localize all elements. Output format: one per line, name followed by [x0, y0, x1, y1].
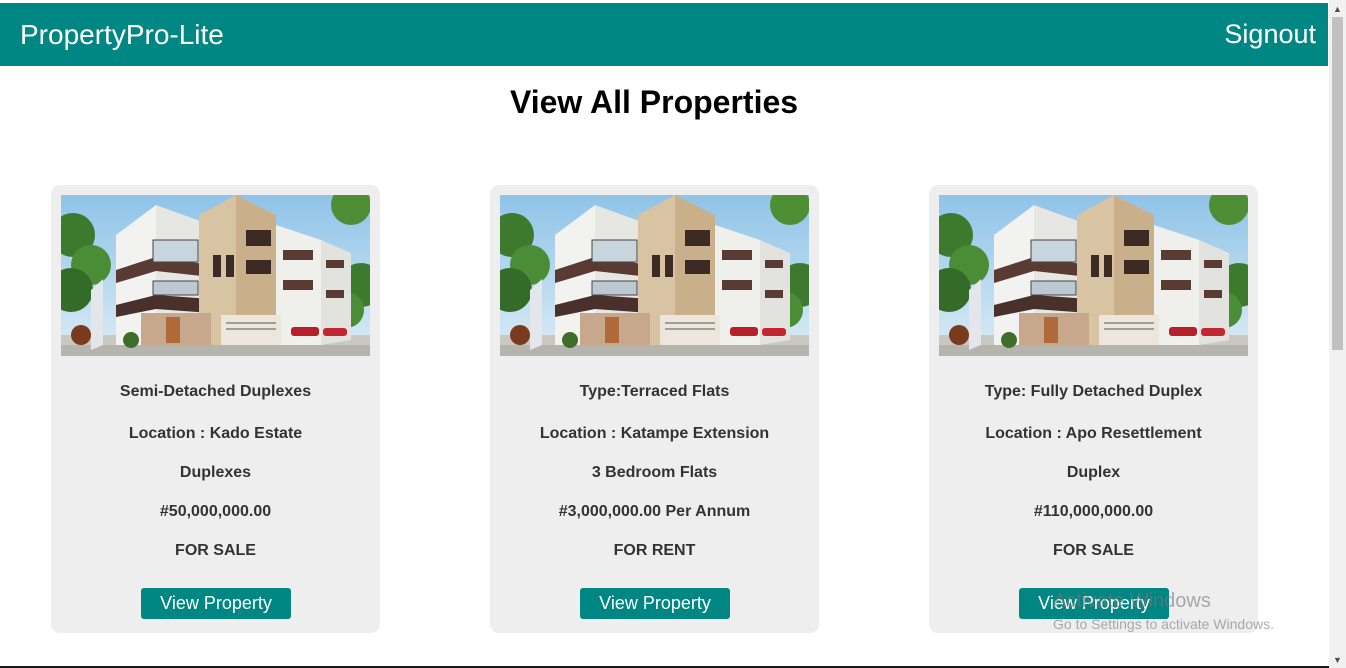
property-type: Type:Terraced Flats	[579, 383, 730, 400]
property-status: FOR SALE	[1053, 542, 1134, 559]
brand-logo-text[interactable]: PropertyPro-Lite	[20, 19, 224, 51]
view-property-button[interactable]: View Property	[1019, 588, 1169, 619]
property-category: Duplex	[1066, 464, 1121, 481]
property-type: Type: Fully Detached Duplex	[984, 383, 1203, 400]
property-status: FOR RENT	[613, 542, 696, 559]
property-location: Location : Katampe Extension	[539, 425, 770, 442]
property-price: #50,000,000.00	[159, 503, 272, 520]
property-photo	[61, 195, 370, 356]
property-location: Location : Apo Resettlement	[985, 425, 1202, 442]
signout-link[interactable]: Signout	[1224, 19, 1316, 50]
property-photo	[939, 195, 1248, 356]
property-price: #3,000,000.00 Per Annum	[558, 503, 751, 520]
property-category: Duplexes	[179, 464, 252, 481]
scroll-up-arrow-icon[interactable]: ▲	[1329, 0, 1346, 17]
property-card: Semi-Detached Duplexes Location : Kado E…	[51, 185, 380, 633]
vertical-scrollbar[interactable]: ▲ ▼	[1329, 0, 1346, 668]
view-property-button[interactable]: View Property	[580, 588, 730, 619]
top-navbar: PropertyPro-Lite Signout	[0, 3, 1328, 66]
property-price: #110,000,000.00	[1033, 503, 1154, 520]
property-location: Location : Kado Estate	[128, 425, 303, 442]
property-type: Semi-Detached Duplexes	[119, 383, 312, 400]
property-category: 3 Bedroom Flats	[591, 464, 718, 481]
scroll-down-arrow-icon[interactable]: ▼	[1329, 651, 1346, 668]
property-card: Type:Terraced Flats Location : Katampe E…	[490, 185, 819, 633]
scrollbar-thumb[interactable]	[1332, 17, 1343, 350]
property-card: Type: Fully Detached Duplex Location : A…	[929, 185, 1258, 633]
view-property-button[interactable]: View Property	[141, 588, 291, 619]
property-status: FOR SALE	[175, 542, 256, 559]
page-title: View All Properties	[509, 84, 799, 120]
property-photo	[500, 195, 809, 356]
